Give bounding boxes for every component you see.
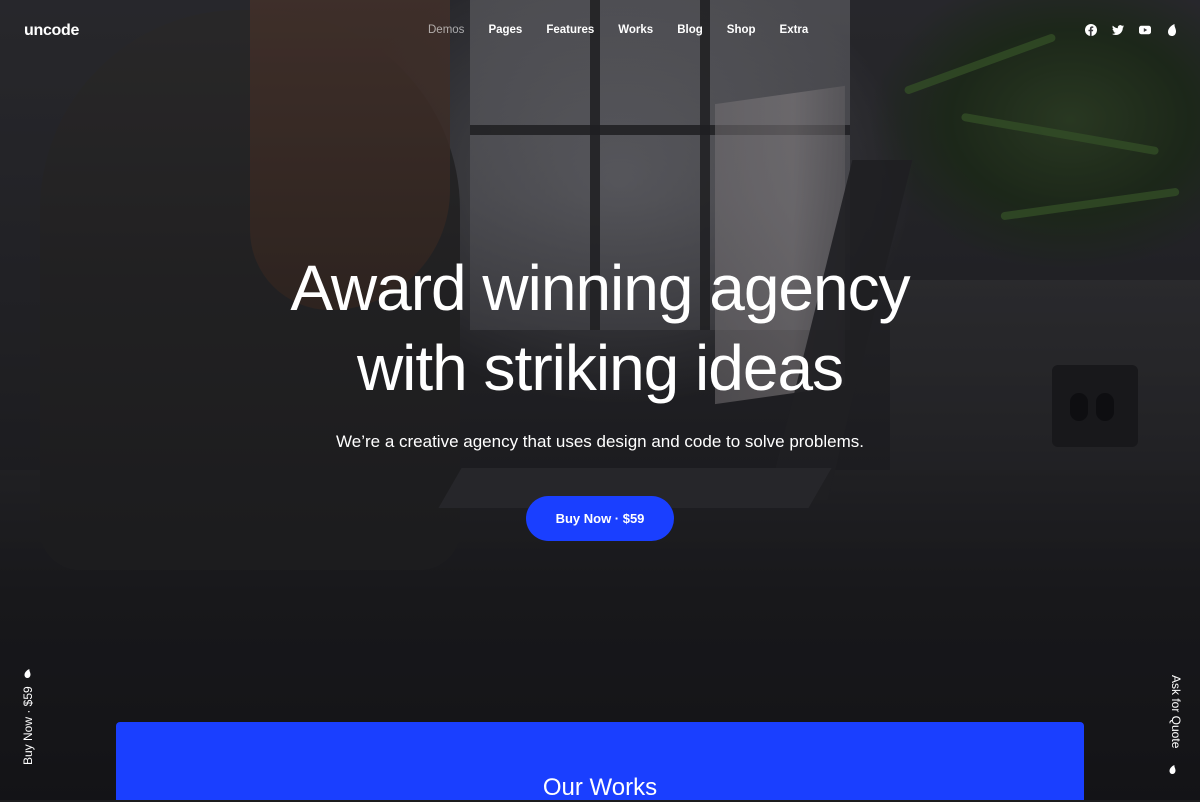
- hero-title: Award winning agency with striking ideas: [0, 248, 1200, 408]
- main-nav: Demos Pages Features Works Blog Shop Ext…: [416, 24, 820, 36]
- our-works-section: Our Works: [116, 722, 1084, 801]
- uncode-drop-icon: [1169, 765, 1176, 774]
- hero-subtitle: We’re a creative agency that uses design…: [336, 432, 864, 451]
- uncode-drop-icon[interactable]: [1166, 24, 1178, 36]
- nav-item-works[interactable]: Works: [606, 24, 665, 36]
- twitter-icon[interactable]: [1112, 24, 1124, 36]
- site-logo[interactable]: uncode: [24, 22, 79, 40]
- our-works-title: Our Works: [542, 774, 658, 801]
- hero-title-line: with striking ideas: [356, 332, 844, 404]
- nav-item-demos[interactable]: Demos: [416, 24, 476, 36]
- facebook-icon[interactable]: [1085, 24, 1097, 36]
- site-header: uncode Demos Pages Features Works Blog S…: [0, 0, 1200, 62]
- side-buy-now-label: Buy Now · $59: [21, 686, 35, 765]
- nav-item-shop[interactable]: Shop: [715, 24, 768, 36]
- buy-now-button[interactable]: Buy Now · $59: [526, 496, 674, 541]
- side-ask-quote-link[interactable]: Ask for Quote: [1164, 675, 1183, 786]
- nav-item-blog[interactable]: Blog: [665, 24, 715, 36]
- youtube-icon[interactable]: [1139, 24, 1151, 36]
- hero-title-line: Award winning agency: [290, 252, 910, 324]
- nav-item-features[interactable]: Features: [534, 24, 606, 36]
- side-ask-quote-label: Ask for Quote: [1169, 675, 1183, 749]
- social-links: [1085, 24, 1178, 36]
- nav-item-pages[interactable]: Pages: [476, 24, 534, 36]
- nav-item-extra[interactable]: Extra: [768, 24, 821, 36]
- side-buy-now-link[interactable]: Buy Now · $59: [18, 668, 36, 778]
